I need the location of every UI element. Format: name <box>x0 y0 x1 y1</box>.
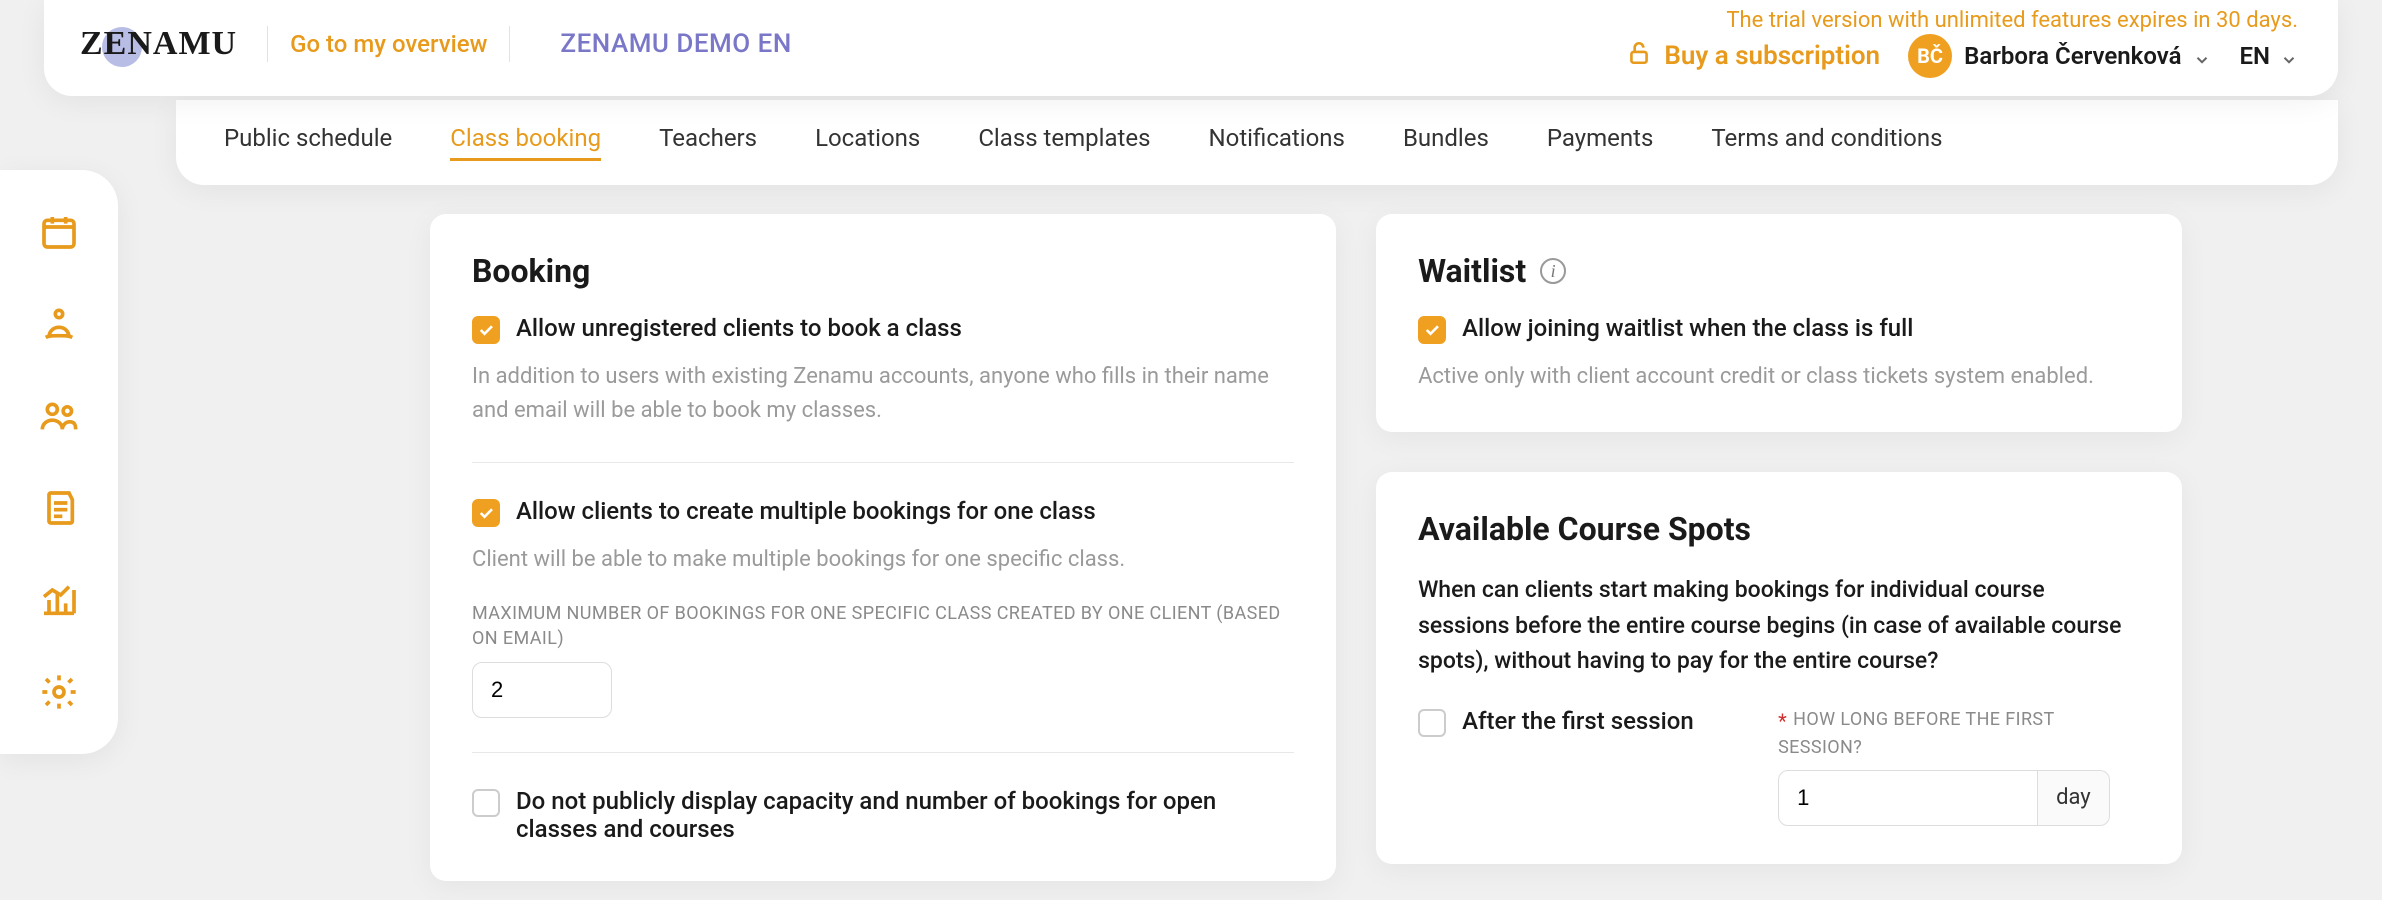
how-long-input[interactable] <box>1778 770 2038 826</box>
tab-class-templates[interactable]: Class templates <box>978 124 1150 161</box>
divider <box>472 462 1294 463</box>
tab-payments[interactable]: Payments <box>1547 124 1654 161</box>
hide-capacity-label: Do not publicly display capacity and num… <box>516 787 1294 843</box>
tabs: Public schedule Class booking Teachers L… <box>176 100 2338 185</box>
course-spots-card: Available Course Spots When can clients … <box>1376 472 2182 864</box>
tab-notifications[interactable]: Notifications <box>1209 124 1345 161</box>
main: Booking Allow unregistered clients to bo… <box>430 214 2182 881</box>
allow-unregistered-checkbox[interactable] <box>472 316 500 344</box>
tab-class-booking[interactable]: Class booking <box>450 124 601 161</box>
divider <box>509 26 510 62</box>
tab-bundles[interactable]: Bundles <box>1403 124 1489 161</box>
after-first-session-checkbox[interactable] <box>1418 709 1446 737</box>
lock-open-icon <box>1626 40 1652 73</box>
tab-locations[interactable]: Locations <box>815 124 920 161</box>
allow-unregistered-label: Allow unregistered clients to book a cla… <box>516 314 962 342</box>
divider <box>267 26 268 62</box>
tab-teachers[interactable]: Teachers <box>659 124 757 161</box>
how-long-unit[interactable]: day <box>2038 770 2110 826</box>
user-menu[interactable]: BČ Barbora Červenková <box>1908 34 2211 78</box>
allow-multiple-checkbox[interactable] <box>472 499 500 527</box>
tab-terms[interactable]: Terms and conditions <box>1711 124 1942 161</box>
waitlist-card: Waitlist i Allow joining waitlist when t… <box>1376 214 2182 432</box>
analytics-icon[interactable] <box>37 578 81 622</box>
chevron-down-icon <box>2193 47 2211 65</box>
hide-capacity-checkbox[interactable] <box>472 789 500 817</box>
allow-waitlist-label: Allow joining waitlist when the class is… <box>1462 314 1913 342</box>
people-icon[interactable] <box>37 394 81 438</box>
calendar-icon[interactable] <box>37 210 81 254</box>
tab-public-schedule[interactable]: Public schedule <box>224 124 392 161</box>
username-label: Barbora Červenková <box>1964 42 2181 70</box>
report-icon[interactable] <box>37 486 81 530</box>
waitlist-help: Active only with client account credit o… <box>1418 360 2140 394</box>
logo-text: ZENAMU <box>80 25 237 62</box>
info-icon[interactable]: i <box>1540 258 1566 284</box>
allow-unregistered-help: In addition to users with existing Zenam… <box>472 360 1294 428</box>
after-first-session-label: After the first session <box>1462 707 1694 735</box>
buy-label: Buy a subscription <box>1664 41 1880 71</box>
trial-notice: The trial version with unlimited feature… <box>1726 8 2298 33</box>
avatar: BČ <box>1908 34 1952 78</box>
sidebar <box>0 170 118 754</box>
language-label: EN <box>2239 42 2270 70</box>
booking-title: Booking <box>472 252 1294 290</box>
how-long-label: *HOW LONG BEFORE THE FIRST SESSION? <box>1778 707 2140 760</box>
settings-icon[interactable] <box>37 670 81 714</box>
max-bookings-label: MAXIMUM NUMBER OF BOOKINGS FOR ONE SPECI… <box>472 601 1294 651</box>
allow-multiple-help: Client will be able to make multiple boo… <box>472 543 1294 577</box>
overview-link[interactable]: Go to my overview <box>290 30 487 58</box>
max-bookings-input[interactable] <box>472 662 612 718</box>
language-selector[interactable]: EN <box>2239 42 2298 70</box>
topbar: The trial version with unlimited feature… <box>44 0 2338 96</box>
divider <box>472 752 1294 753</box>
chevron-down-icon <box>2280 47 2298 65</box>
allow-multiple-label: Allow clients to create multiple booking… <box>516 497 1096 525</box>
demo-title: ZENAMU DEMO EN <box>560 29 791 59</box>
booking-card: Booking Allow unregistered clients to bo… <box>430 214 1336 881</box>
allow-waitlist-checkbox[interactable] <box>1418 316 1446 344</box>
course-spots-title: Available Course Spots <box>1418 510 2140 548</box>
waitlist-title: Waitlist <box>1418 252 1526 290</box>
meditate-icon[interactable] <box>37 302 81 346</box>
logo[interactable]: ZENAMU <box>72 25 245 63</box>
course-spots-description: When can clients start making bookings f… <box>1418 572 2140 679</box>
buy-subscription-link[interactable]: Buy a subscription <box>1626 40 1880 73</box>
